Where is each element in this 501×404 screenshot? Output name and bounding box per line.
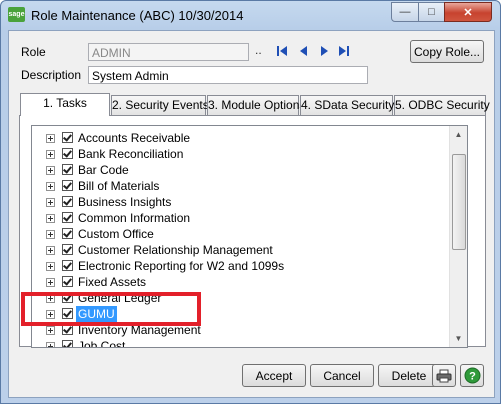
role-label: Role <box>21 45 46 59</box>
tab-odbc-security[interactable]: 5. ODBC Security <box>394 95 490 115</box>
close-button[interactable]: ✕ <box>444 2 492 22</box>
expand-icon[interactable] <box>46 150 55 159</box>
task-checkbox[interactable] <box>62 228 73 239</box>
tab-strip: 1. Tasks 2. Security Events 3. Module Op… <box>19 93 490 116</box>
task-checkbox[interactable] <box>62 260 73 271</box>
expand-icon[interactable] <box>46 182 55 191</box>
next-record-icon[interactable] <box>319 44 331 58</box>
tree-item-label: Accounts Receivable <box>78 131 191 145</box>
tree-item-electronic-reporting[interactable]: Electronic Reporting for W2 and 1099s <box>32 258 452 274</box>
task-checkbox[interactable] <box>62 164 73 175</box>
tree-item-label: Fixed Assets <box>78 275 147 289</box>
task-checkbox[interactable] <box>62 276 73 287</box>
expand-icon[interactable] <box>46 326 55 335</box>
previous-record-icon[interactable] <box>297 44 309 58</box>
tab-module-options[interactable]: 3. Module Options <box>207 95 305 115</box>
tree-item-bar-code[interactable]: Bar Code <box>32 162 452 178</box>
client-area: Role ADMIN .. Copy Role... Description S… <box>8 30 495 398</box>
cancel-button[interactable]: Cancel <box>310 364 374 387</box>
tree-item-label: Business Insights <box>78 195 172 209</box>
copy-role-button[interactable]: Copy Role... <box>410 40 484 63</box>
tree-item-accounts-receivable[interactable]: Accounts Receivable <box>32 130 452 146</box>
expand-icon[interactable] <box>46 262 55 271</box>
first-record-icon[interactable] <box>276 44 288 58</box>
tree-item-common-information[interactable]: Common Information <box>32 210 452 226</box>
task-checkbox[interactable] <box>62 244 73 255</box>
window-title: Role Maintenance (ABC) 10/30/2014 <box>31 8 244 23</box>
tree-scrollbar[interactable]: ▲ ▼ <box>449 126 467 347</box>
tree-item-bank-reconciliation[interactable]: Bank Reconciliation <box>32 146 452 162</box>
svg-text:?: ? <box>469 371 476 383</box>
role-field[interactable]: ADMIN <box>88 43 249 61</box>
tree-item-job-cost[interactable]: Job Cost <box>32 338 452 348</box>
task-checkbox[interactable] <box>62 340 73 347</box>
expand-icon[interactable] <box>46 230 55 239</box>
tree-item-label: Job Cost <box>78 339 126 348</box>
expand-icon[interactable] <box>46 342 55 347</box>
tree-item-label: Bank Reconciliation <box>78 147 184 161</box>
last-record-icon[interactable] <box>338 44 350 58</box>
expand-icon[interactable] <box>46 214 55 223</box>
title-bar[interactable]: sage Role Maintenance (ABC) 10/30/2014 —… <box>1 1 500 29</box>
tree-item-label: Bill of Materials <box>78 179 160 193</box>
scroll-thumb[interactable] <box>452 154 466 250</box>
task-checkbox[interactable] <box>62 196 73 207</box>
task-checkbox[interactable] <box>62 132 73 143</box>
description-label: Description <box>21 68 82 82</box>
expand-icon[interactable] <box>46 246 55 255</box>
tree-item-label: Custom Office <box>78 227 154 241</box>
accept-button[interactable]: Accept <box>242 364 306 387</box>
help-button[interactable]: ? <box>460 364 484 387</box>
close-icon: ✕ <box>463 6 473 19</box>
tree-item-customer-relationship-management[interactable]: Customer Relationship Management <box>32 242 452 258</box>
tree-item-bill-of-materials[interactable]: Bill of Materials <box>32 178 452 194</box>
tree-item-custom-office[interactable]: Custom Office <box>32 226 452 242</box>
expand-icon[interactable] <box>46 278 55 287</box>
printer-icon <box>436 369 452 382</box>
tree-item-label: Customer Relationship Management <box>78 243 273 257</box>
tab-sdata-security[interactable]: 4. SData Security <box>300 95 394 115</box>
expand-icon[interactable] <box>46 198 55 207</box>
tree-item-label: Common Information <box>78 211 191 225</box>
description-field[interactable]: System Admin <box>88 66 368 84</box>
tab-security-events[interactable]: 2. Security Events <box>111 95 209 115</box>
scroll-down-icon[interactable]: ▼ <box>450 330 467 347</box>
maximize-button[interactable]: □ <box>418 2 445 22</box>
task-checkbox[interactable] <box>62 212 73 223</box>
role-lookup-ellipsis[interactable]: .. <box>255 43 262 57</box>
tree-item-business-insights[interactable]: Business Insights <box>32 194 452 210</box>
minimize-icon: — <box>399 6 411 18</box>
tab-tasks[interactable]: 1. Tasks <box>20 93 110 116</box>
maximize-icon: □ <box>428 6 435 18</box>
role-maintenance-window: sage Role Maintenance (ABC) 10/30/2014 —… <box>0 0 501 404</box>
highlight-annotation-box <box>21 292 201 326</box>
delete-button[interactable]: Delete <box>378 364 440 387</box>
print-button[interactable] <box>432 364 456 387</box>
minimize-button[interactable]: — <box>391 2 419 22</box>
tree-item-label: Electronic Reporting for W2 and 1099s <box>78 259 285 273</box>
task-checkbox[interactable] <box>62 148 73 159</box>
sage-logo: sage <box>8 7 25 22</box>
tree-item-label: Bar Code <box>78 163 129 177</box>
help-icon: ? <box>464 367 480 384</box>
expand-icon[interactable] <box>46 166 55 175</box>
task-checkbox[interactable] <box>62 180 73 191</box>
scroll-up-icon[interactable]: ▲ <box>450 126 467 143</box>
expand-icon[interactable] <box>46 134 55 143</box>
tree-item-fixed-assets[interactable]: Fixed Assets <box>32 274 452 290</box>
